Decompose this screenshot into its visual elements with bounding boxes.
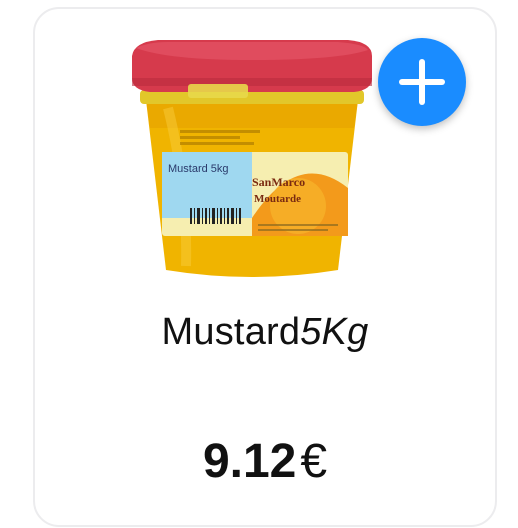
label-product-line: Mustard 5kg [168, 163, 229, 175]
label-brand: SanMarco [252, 175, 305, 189]
product-price: 9.12€ [33, 434, 497, 489]
add-to-cart-button[interactable] [378, 38, 466, 126]
label-variety: Moutarde [254, 193, 301, 205]
plus-icon [399, 59, 445, 105]
price-amount: 9.12 [202, 435, 297, 488]
price-currency: € [300, 435, 328, 488]
product-name-main: Mustard [161, 311, 301, 353]
product-name-unit: 5Kg [300, 311, 369, 353]
product-image: Mustard 5kg SanMarco Moutarde [132, 40, 372, 277]
product-name: Mustard5Kg [33, 311, 497, 354]
